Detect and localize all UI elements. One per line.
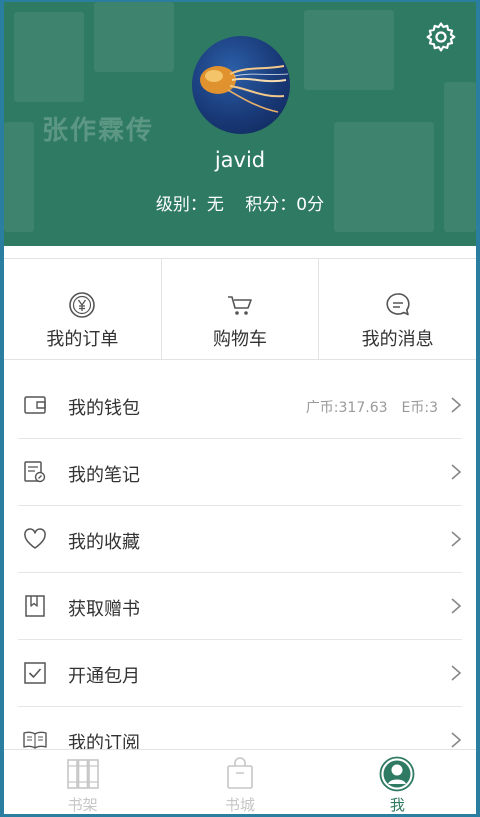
- shopping-bag-icon: [227, 757, 253, 789]
- jellyfish-avatar-image: [200, 65, 289, 113]
- chevron-right-icon: [451, 732, 462, 748]
- bookmark-icon: [25, 595, 45, 617]
- username: javid: [214, 148, 266, 172]
- menu-item-notes[interactable]: 我的笔记: [18, 439, 462, 506]
- menu-item-favorites[interactable]: 我的收藏: [18, 506, 462, 573]
- tab-bookshelf[interactable]: 书架: [4, 750, 161, 814]
- guang-coin-balance: 广币:317.63: [305, 400, 388, 416]
- tab-label: 我: [389, 796, 405, 814]
- chevron-right-icon: [451, 598, 462, 614]
- menu-item-label: 我的钱包: [68, 398, 140, 419]
- background-tile: [94, 2, 174, 72]
- profile-header: 张作霖传 javid 级别：无 积分：0分: [4, 2, 476, 246]
- menu-list: 我的钱包 广币:317.63 E币:3 我的笔记 我的收藏 获取赠书 开通包月 …: [4, 372, 476, 774]
- bottom-nav: 书架 书城 我: [4, 749, 476, 814]
- menu-item-label: 开通包月: [68, 666, 140, 687]
- message-icon: [386, 293, 410, 316]
- profile-icon: [379, 756, 415, 792]
- checkbox-icon: [24, 662, 46, 684]
- tab-label: 书架: [67, 796, 98, 814]
- avatar[interactable]: [192, 36, 290, 134]
- background-tile: [304, 10, 394, 90]
- my-orders-button[interactable]: 我的订单: [4, 259, 161, 359]
- menu-item-label: 我的收藏: [68, 532, 140, 553]
- wallet-icon: [24, 396, 46, 414]
- background-tile: [4, 122, 34, 232]
- menu-item-gift-books[interactable]: 获取赠书: [18, 573, 462, 640]
- note-icon: [24, 461, 46, 483]
- user-stats: 级别：无 积分：0分: [4, 190, 476, 215]
- background-tile: [334, 122, 434, 232]
- my-messages-button[interactable]: 我的消息: [318, 259, 476, 359]
- points-text: 积分：0分: [245, 195, 325, 215]
- background-tile: [14, 12, 84, 102]
- menu-item-label: 获取赠书: [68, 599, 140, 620]
- chevron-right-icon: [451, 665, 462, 681]
- tab-label: 书城: [224, 796, 255, 814]
- menu-item-monthly-subscription[interactable]: 开通包月: [18, 640, 462, 707]
- my-messages-label: 我的消息: [361, 329, 434, 350]
- e-coin-balance: E币:3: [401, 400, 438, 416]
- chevron-right-icon: [451, 397, 462, 413]
- menu-item-wallet[interactable]: 我的钱包 广币:317.63 E币:3: [18, 372, 462, 439]
- chevron-right-icon: [451, 531, 462, 547]
- cart-icon: [228, 296, 252, 315]
- level-text: 级别：无: [155, 195, 224, 215]
- tab-bookstore[interactable]: 书城: [161, 750, 318, 814]
- background-book-title: 张作霖传: [42, 116, 155, 146]
- yen-circle-icon: [69, 292, 96, 318]
- chevron-right-icon: [451, 464, 462, 480]
- heart-icon: [24, 528, 46, 549]
- wallet-balance: 广币:317.63 E币:3: [306, 397, 438, 417]
- my-orders-label: 我的订单: [46, 329, 119, 350]
- cart-button[interactable]: 购物车: [160, 259, 319, 359]
- tab-me[interactable]: 我: [319, 750, 476, 814]
- bookshelf-icon: [66, 759, 99, 789]
- cart-label: 购物车: [213, 329, 267, 350]
- settings-gear-icon[interactable]: [424, 20, 458, 54]
- menu-item-label: 我的笔记: [68, 465, 140, 486]
- app-frame: 张作霖传 javid 级别：无 积分：0分 我的订单 购物车 我的消息 我的钱包…: [4, 2, 476, 814]
- quick-actions: 我的订单 购物车 我的消息: [4, 258, 476, 360]
